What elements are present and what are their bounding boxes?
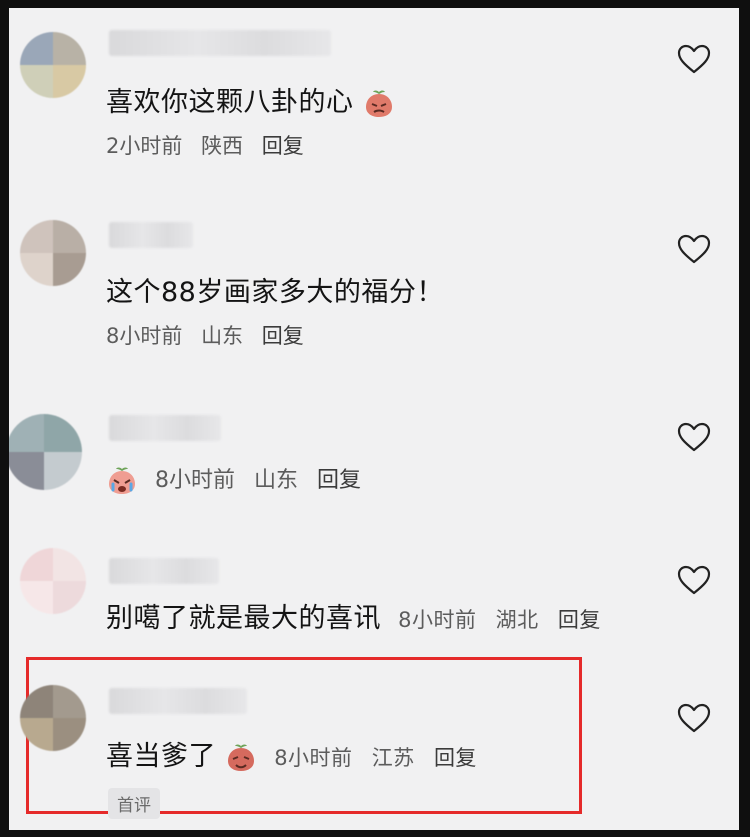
comment-meta: 8小时前 山东 回复	[106, 462, 373, 497]
username-blurred[interactable]	[109, 558, 219, 584]
comment-location: 江苏	[371, 746, 415, 770]
peach-sneer-emoji-icon	[365, 90, 392, 117]
avatar[interactable]	[9, 414, 82, 490]
comment-location: 湖北	[495, 608, 539, 632]
comment-meta: 8小时前 江苏 回复	[274, 746, 489, 770]
username-blurred[interactable]	[109, 415, 221, 441]
comment-text: 喜当爹了 8小时前 江苏 回复	[106, 734, 489, 774]
comment-time: 8小时前	[274, 746, 353, 770]
comment-location: 陕西	[201, 134, 244, 158]
username-blurred[interactable]	[109, 688, 247, 714]
reply-button[interactable]: 回复	[262, 324, 304, 348]
comment-meta: 8小时前 湖北 回复	[398, 608, 613, 632]
comment-text: 别噶了就是最大的喜讯 8小时前 湖北 回复	[106, 596, 613, 635]
avatar[interactable]	[20, 32, 86, 98]
comment-item: 喜当爹了 8小时前 江苏 回复 首评	[9, 658, 739, 830]
heart-outline-icon[interactable]	[676, 233, 712, 265]
comment-time: 8小时前	[155, 468, 235, 493]
comment-time: 8小时前	[398, 608, 477, 632]
crying-peach-emoji-icon	[109, 467, 135, 494]
comment-item: 喜欢你这颗八卦的心 2小时前 陕西 回复	[9, 8, 739, 198]
comment-item: 8小时前 山东 回复	[9, 388, 739, 538]
username-blurred[interactable]	[109, 222, 193, 248]
avatar[interactable]	[20, 685, 86, 751]
heart-outline-icon[interactable]	[676, 702, 712, 734]
comment-location: 山东	[254, 468, 299, 493]
comment-location: 山东	[201, 324, 244, 348]
heart-outline-icon[interactable]	[676, 421, 712, 453]
comment-item: 别噶了就是最大的喜讯 8小时前 湖北 回复	[9, 538, 739, 658]
comment-time: 2小时前	[106, 134, 183, 158]
comment-text-content: 喜当爹了	[106, 741, 216, 772]
comment-panel: 喜欢你这颗八卦的心 2小时前 陕西 回复 这个88岁画家多大的福分！ 8小时前 …	[9, 8, 739, 830]
reply-button[interactable]: 回复	[434, 746, 477, 770]
heart-outline-icon[interactable]	[676, 564, 712, 596]
comment-text: 喜欢你这颗八卦的心	[106, 80, 395, 120]
reply-button[interactable]: 回复	[262, 134, 304, 158]
comment-text-content: 喜欢你这颗八卦的心	[106, 87, 354, 118]
comment-meta: 2小时前 陕西 回复	[106, 130, 316, 160]
reply-button[interactable]: 回复	[317, 468, 361, 493]
comment-item: 这个88岁画家多大的福分！ 8小时前 山东 回复	[9, 198, 739, 388]
comment-text: 这个88岁画家多大的福分！	[106, 277, 444, 308]
comment-time: 8小时前	[106, 324, 183, 348]
comment-meta: 8小时前 山东 回复	[106, 320, 316, 350]
smirking-peach-emoji-icon	[228, 744, 255, 771]
username-blurred[interactable]	[109, 30, 331, 56]
reply-button[interactable]: 回复	[558, 608, 601, 632]
avatar[interactable]	[20, 220, 86, 286]
avatar[interactable]	[20, 548, 86, 614]
comment-text-content: 别噶了就是最大的喜讯	[106, 603, 381, 634]
heart-outline-icon[interactable]	[676, 43, 712, 75]
first-comment-badge: 首评	[108, 788, 160, 819]
